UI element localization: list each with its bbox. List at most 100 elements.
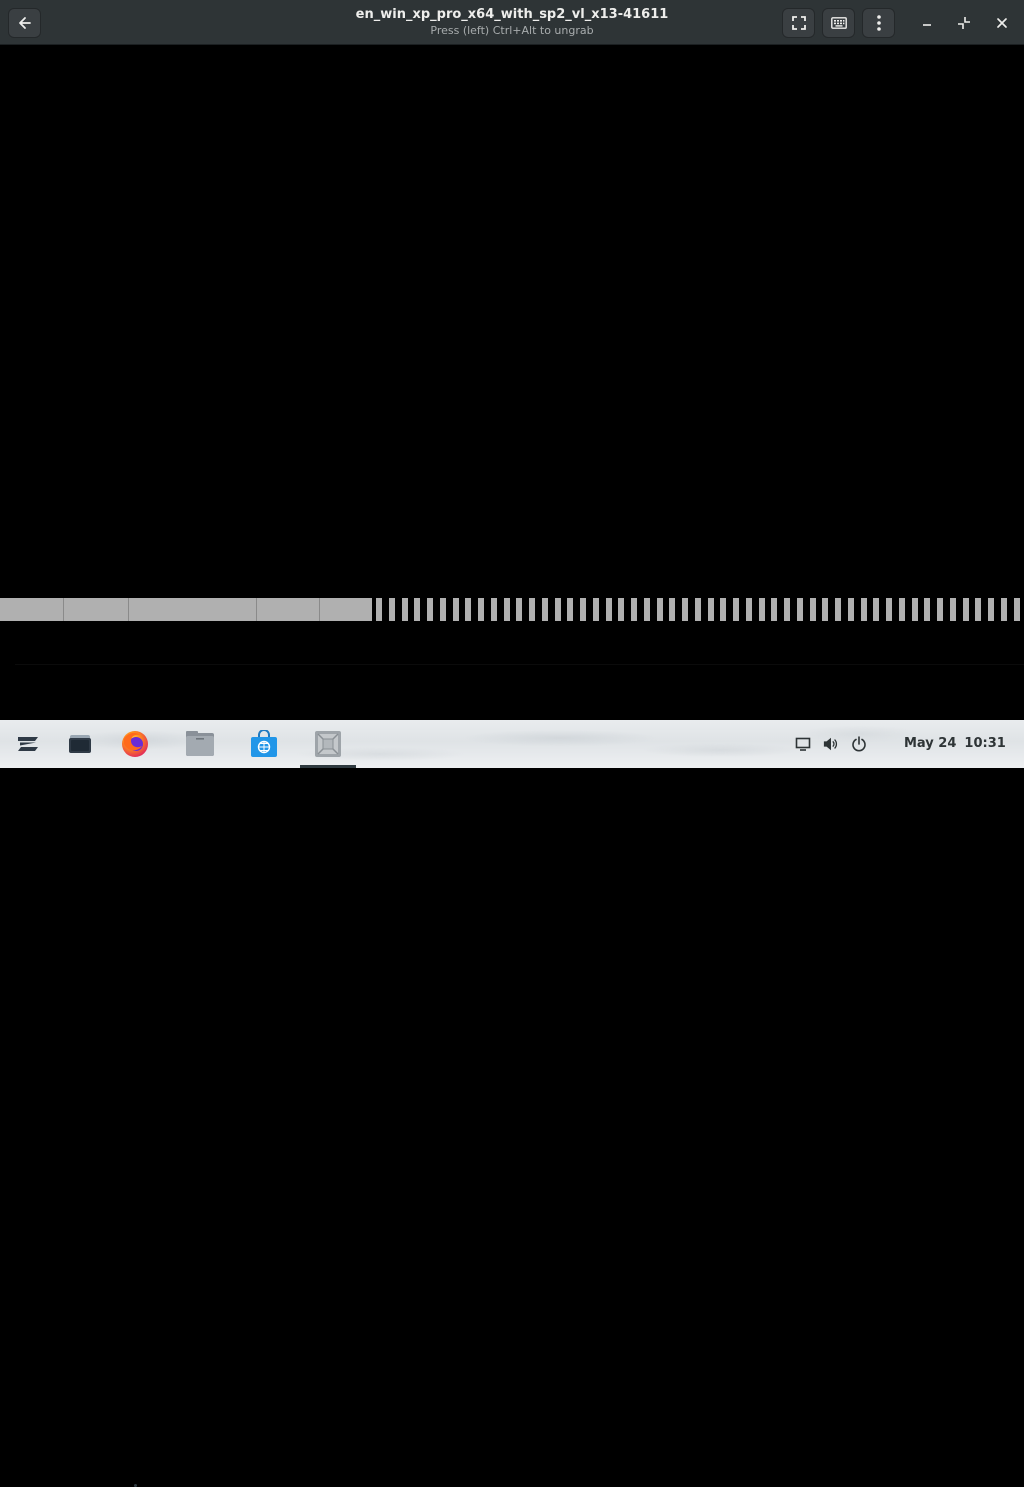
keyboard-button[interactable] — [822, 8, 855, 38]
progress-stripe — [746, 598, 752, 621]
software-store-icon — [251, 730, 277, 757]
progress-stripe — [657, 598, 663, 621]
progress-stripe — [708, 598, 714, 621]
close-icon — [996, 18, 1007, 28]
keyboard-icon — [830, 17, 847, 29]
progress-filled-segment — [0, 598, 372, 621]
progress-stripe — [478, 598, 484, 621]
minimize-button[interactable] — [910, 8, 943, 38]
software-store-launcher[interactable] — [248, 728, 280, 760]
files-icon — [186, 731, 214, 756]
window-title-box: en_win_xp_pro_x64_with_sp2_vl_x13-41611 … — [300, 6, 724, 38]
progress-stripe — [682, 598, 688, 621]
screen-divider — [15, 664, 1024, 665]
progress-stripe — [567, 598, 573, 621]
volume-icon — [823, 737, 838, 751]
zorin-menu-icon — [18, 737, 38, 751]
progress-stripe — [975, 598, 981, 621]
progress-stripe — [937, 598, 943, 621]
progress-stripe — [899, 598, 905, 621]
progress-stripe — [835, 598, 841, 621]
progress-stripe — [402, 598, 408, 621]
power-tray-button[interactable] — [851, 736, 867, 752]
screen-tray-button[interactable] — [795, 736, 811, 752]
progress-block-separator — [319, 598, 320, 621]
progress-stripe — [784, 598, 790, 621]
clock-time: 10:31 — [964, 736, 1006, 751]
progress-stripe — [963, 598, 969, 621]
progress-stripe — [644, 598, 650, 621]
progress-stripe — [797, 598, 803, 621]
progress-stripe — [376, 598, 382, 621]
zorin-menu-button[interactable] — [12, 728, 44, 760]
unmaximize-icon — [957, 17, 970, 29]
fullscreen-button[interactable] — [782, 8, 815, 38]
taskbar-wallpaper — [0, 720, 1024, 768]
close-button[interactable] — [985, 8, 1018, 38]
progress-stripe — [542, 598, 548, 621]
progress-stripe — [848, 598, 854, 621]
progress-stripe — [759, 598, 765, 621]
fullscreen-icon — [791, 16, 806, 30]
clock-date: May 24 — [904, 736, 957, 751]
progress-stripe — [873, 598, 879, 621]
window-title: en_win_xp_pro_x64_with_sp2_vl_x13-41611 — [355, 7, 669, 22]
boxes-icon — [315, 731, 341, 757]
progress-stripe — [389, 598, 395, 621]
progress-stripe — [771, 598, 777, 621]
progress-stripe — [618, 598, 624, 621]
progress-stripe — [886, 598, 892, 621]
progress-stripe — [491, 598, 497, 621]
clock[interactable]: May 24 10:31 — [904, 735, 1006, 753]
progress-stripe — [720, 598, 726, 621]
progress-stripe — [440, 598, 446, 621]
progress-stripe — [580, 598, 586, 621]
progress-stripe — [669, 598, 675, 621]
progress-stripe — [822, 598, 828, 621]
progress-stripe — [516, 598, 522, 621]
progress-stripe — [1001, 598, 1007, 621]
progress-stripe — [414, 598, 420, 621]
window-subtitle: Press (left) Ctrl+Alt to ungrab — [430, 24, 594, 37]
minimize-icon — [922, 24, 931, 26]
progress-stripe — [733, 598, 739, 621]
screen-icon — [795, 737, 811, 751]
header-bar: en_win_xp_pro_x64_with_sp2_vl_x13-41611 … — [0, 0, 1024, 45]
progress-stripe — [912, 598, 918, 621]
power-icon — [852, 736, 866, 752]
progress-stripe — [950, 598, 956, 621]
progress-block-separator — [63, 598, 64, 621]
boxes-launcher[interactable] — [312, 728, 344, 760]
progress-block-separator — [128, 598, 129, 621]
progress-stripe — [988, 598, 994, 621]
progress-stripe — [606, 598, 612, 621]
workspaces-button[interactable] — [64, 728, 96, 760]
progress-stripe — [529, 598, 535, 621]
progress-stripe — [861, 598, 867, 621]
progress-stripe — [1014, 598, 1020, 621]
back-button[interactable] — [8, 8, 41, 38]
progress-stripe — [593, 598, 599, 621]
progress-stripe — [695, 598, 701, 621]
progress-stripe — [453, 598, 459, 621]
progress-block-separator — [256, 598, 257, 621]
progress-stripe — [631, 598, 637, 621]
progress-stripe — [504, 598, 510, 621]
progress-stripe — [924, 598, 930, 621]
files-launcher[interactable] — [184, 728, 216, 760]
boot-progress-bar — [0, 598, 1024, 621]
firefox-launcher[interactable] — [119, 728, 151, 760]
progress-stripe — [555, 598, 561, 621]
restore-button[interactable] — [947, 8, 980, 38]
workspaces-icon — [69, 735, 91, 753]
vm-display[interactable] — [0, 45, 1024, 720]
arrow-left-icon — [18, 17, 31, 29]
progress-stripe — [810, 598, 816, 621]
volume-tray-button[interactable] — [823, 736, 839, 752]
menu-button[interactable] — [862, 8, 895, 38]
taskbar: May 24 10:31 — [0, 720, 1024, 1487]
firefox-icon — [122, 731, 148, 757]
progress-stripe — [465, 598, 471, 621]
progress-stripe — [427, 598, 433, 621]
kebab-menu-icon — [876, 15, 881, 31]
